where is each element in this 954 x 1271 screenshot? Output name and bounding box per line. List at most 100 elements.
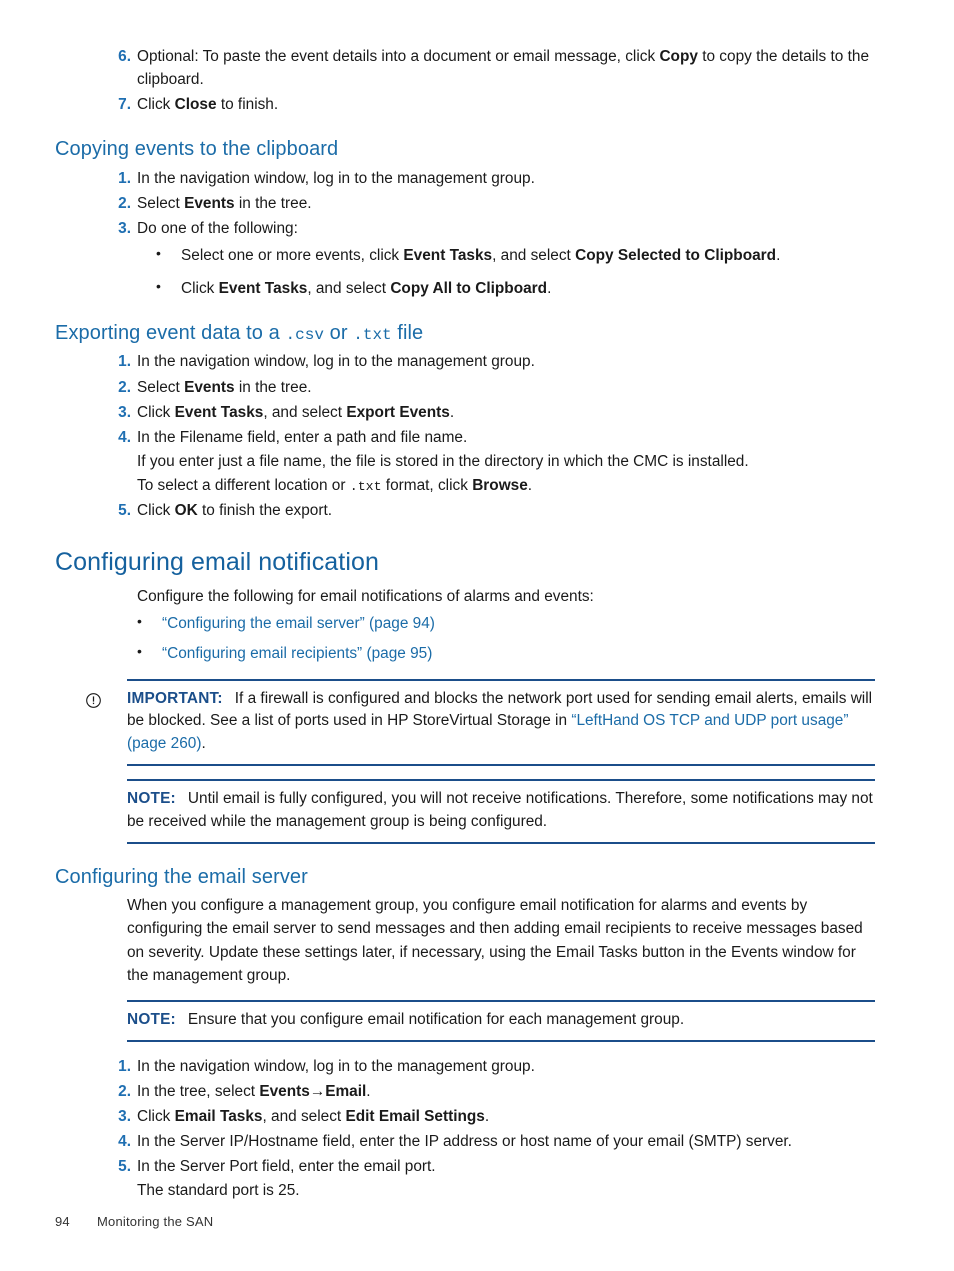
admonition-text: Until email is fully configured, you wil… — [127, 789, 873, 830]
heading-configuring-the-email-server: Configuring the email server — [55, 865, 308, 888]
link-page-ref[interactable]: (page 95) — [362, 645, 432, 662]
step-item: 6. Optional: To paste the event details i… — [55, 45, 875, 91]
step-text-prefix: In the tree, select — [137, 1082, 260, 1100]
heading-part-1: Exporting event data to a — [55, 321, 286, 344]
step-text-bold: Copy — [659, 48, 698, 65]
admonition-label: IMPORTANT: — [127, 689, 223, 707]
continued-steps-list: 6. Optional: To paste the event details i… — [55, 45, 875, 116]
list-item: “Configuring email recipients” (page 95) — [55, 641, 875, 665]
step-number: 1. — [118, 353, 131, 371]
admonition-text-post: . — [201, 735, 206, 753]
step-item: 1. In the navigation window, log in to th… — [55, 1055, 875, 1078]
step-number: 1. — [118, 1057, 131, 1075]
step-number: 2. — [118, 195, 131, 213]
step-text-suffix: to finish. — [216, 96, 279, 114]
step-item: 1. In the navigation window, log in to th… — [55, 167, 875, 190]
step-text-prefix: Optional: To paste the event details int… — [137, 48, 660, 65]
step-item: 2. Select Events in the tree. — [55, 376, 875, 399]
step-text-suffix: to finish the export. — [197, 502, 333, 520]
step-text: In the Server IP/Hostname field, enter t… — [137, 1132, 792, 1150]
step-text-suffix: . — [484, 1107, 490, 1125]
step-text-prefix: Click — [137, 403, 175, 421]
page-footer: 94 Monitoring the SAN — [55, 1214, 213, 1229]
footer-page-number: 94 — [55, 1214, 70, 1229]
step-item: 4. In the Filename field, enter a path an… — [55, 426, 875, 497]
step-number: 4. — [118, 1132, 131, 1150]
copying-steps-list: 1. In the navigation window, log in to th… — [55, 167, 875, 240]
step-item: 2. In the tree, select Events→Email. — [55, 1080, 875, 1103]
admonition-label: NOTE: — [127, 789, 176, 807]
step-text: In the Server Port field, enter the emai… — [137, 1158, 436, 1176]
admonition-rule-bottom — [127, 841, 875, 844]
step-text-bold: Events — [184, 378, 235, 396]
step-number: 3. — [118, 220, 131, 238]
email-server-steps-list: 1. In the navigation window, log in to th… — [55, 1055, 875, 1203]
admonition-label: NOTE: — [127, 1010, 176, 1028]
step-text-prefix: Select — [137, 195, 185, 213]
step-text-prefix: Click — [137, 96, 175, 114]
email-server-body-paragraph: When you configure a management group, y… — [127, 897, 863, 984]
step-item: 5. Click OK to finish the export. — [55, 499, 875, 522]
step-number: 5. — [118, 1158, 131, 1176]
list-item: “Configuring the email server” (page 94) — [55, 611, 875, 635]
step-item: 3. Click Event Tasks, and select Export E… — [55, 401, 875, 424]
step-text-mid: , and select — [262, 1107, 346, 1125]
bullet-text-3: . — [547, 279, 552, 297]
note-admonition-email-server: NOTE: Ensure that you configure email not… — [55, 999, 875, 1042]
step-text: In the navigation window, log in to the … — [137, 170, 535, 188]
page-content: 6. Optional: To paste the event details i… — [55, 45, 875, 1204]
cont-bold-browse: Browse — [472, 477, 528, 495]
step-item: 3. Do one of the following: — [55, 217, 875, 240]
bullet-text-1: Select one or more events, click — [181, 247, 404, 265]
bullet-text-3: . — [776, 247, 781, 265]
exporting-steps-list: 1. In the navigation window, log in to th… — [55, 350, 875, 522]
link-configuring-email-recipients[interactable]: “Configuring email recipients” — [162, 645, 362, 662]
step-text-bold: Events→Email — [259, 1082, 367, 1100]
step-number: 7. — [118, 96, 131, 114]
step-item: 2. Select Events in the tree. — [55, 192, 875, 215]
heading-exporting-event-data: Exporting event data to a .csv or .txt f… — [55, 322, 875, 345]
step-text-bold-2: Edit Email Settings — [345, 1107, 485, 1125]
step-continuation-1: If you enter just a file name, the file … — [137, 452, 749, 470]
step-item: 7. Click Close to finish. — [55, 93, 875, 116]
cont-text-post: . — [527, 477, 533, 495]
admonition-body: NOTE: Until email is fully configured, yo… — [127, 781, 875, 842]
heading-mono-txt: .txt — [353, 325, 392, 344]
step-text: In the Filename field, enter a path and … — [137, 428, 468, 446]
step-text-prefix: Click — [137, 1107, 175, 1125]
bullet-bold-2: Copy All to Clipboard — [390, 279, 548, 297]
bullet-text-2: , and select — [492, 247, 576, 265]
step-text-prefix: Click — [137, 502, 175, 520]
link-configuring-the-email-server[interactable]: “Configuring the email server” — [162, 615, 365, 632]
step-text-bold: Events — [184, 195, 235, 213]
heading-mono-csv: .csv — [285, 325, 324, 344]
link-page-ref[interactable]: (page 94) — [365, 615, 435, 632]
step-text-bold: OK — [174, 502, 198, 520]
cont-text-mid: format, click — [381, 477, 473, 495]
admonition-text: Ensure that you configure email notifica… — [187, 1010, 685, 1028]
admonition-body: IMPORTANT: If a firewall is configured an… — [127, 681, 875, 764]
admonition-rule-bottom — [127, 1039, 875, 1042]
list-item: Click Event Tasks, and select Copy All t… — [55, 276, 875, 300]
cont-text-pre: To select a different location or — [137, 477, 350, 495]
admonition-body: NOTE: Ensure that you configure email not… — [127, 1002, 875, 1040]
step-number: 3. — [118, 1107, 131, 1125]
step-number: 6. — [118, 48, 131, 65]
document-page: 6. Optional: To paste the event details i… — [0, 0, 954, 1271]
step-number: 5. — [118, 502, 131, 520]
list-item: Select one or more events, click Event T… — [55, 243, 875, 267]
heading-part-2: or — [323, 321, 354, 344]
bullet-bold-1: Event Tasks — [218, 279, 308, 297]
email-notification-intro: Configure the following for email notifi… — [137, 588, 594, 606]
email-notification-links-list: “Configuring the email server” (page 94)… — [55, 611, 875, 665]
step-text-suffix: in the tree. — [234, 378, 312, 396]
step-text: Do one of the following: — [137, 220, 298, 238]
copying-bullets-list: Select one or more events, click Event T… — [55, 243, 875, 300]
step-number: 1. — [118, 170, 131, 188]
step-text-bold: Close — [174, 96, 217, 114]
step-continuation: The standard port is 25. — [137, 1182, 300, 1200]
step-number: 2. — [118, 378, 131, 396]
step-item: 3. Click Email Tasks, and select Edit Ema… — [55, 1105, 875, 1128]
note-admonition: NOTE: Until email is fully configured, yo… — [55, 778, 875, 844]
important-admonition: IMPORTANT: If a firewall is configured an… — [55, 678, 875, 766]
